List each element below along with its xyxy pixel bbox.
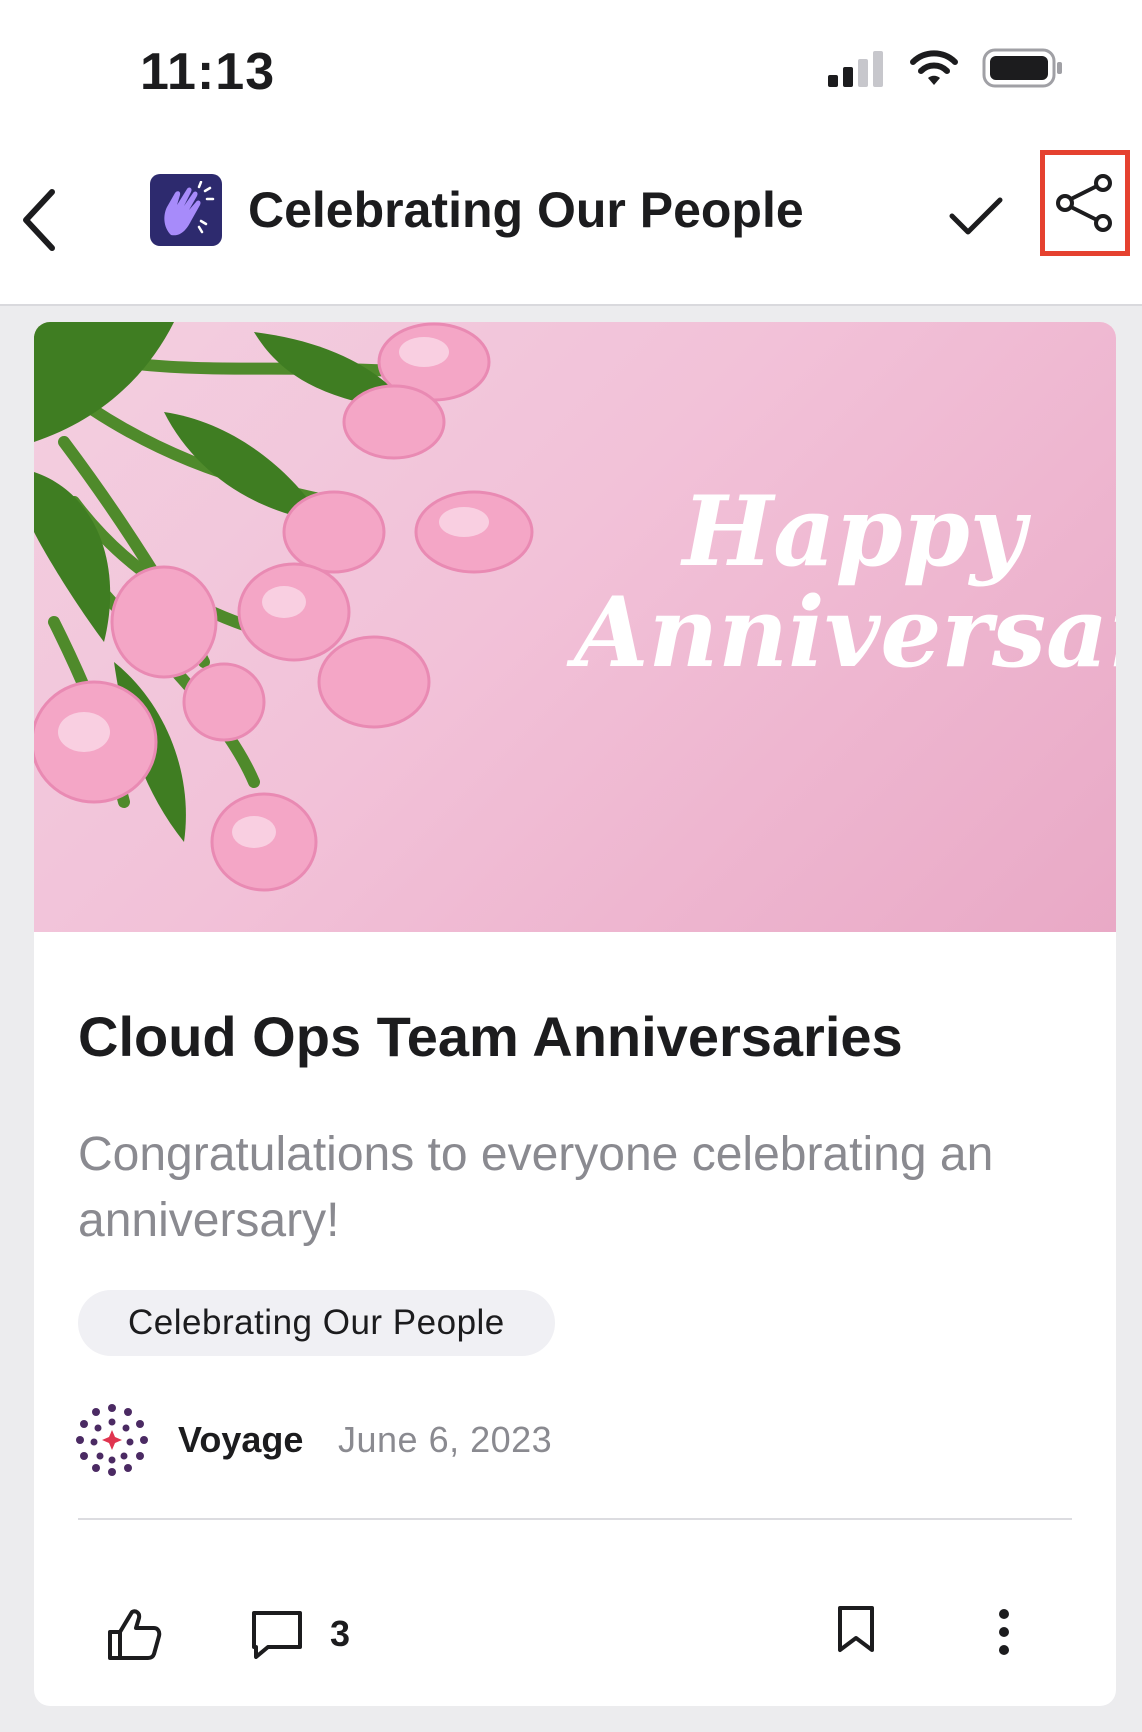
comment-button[interactable]: 3: [250, 1606, 350, 1662]
wifi-icon: [910, 50, 958, 85]
clapping-hands-icon: [164, 181, 215, 236]
more-vertical-icon: [999, 1609, 1009, 1655]
divider: [78, 1518, 1072, 1520]
back-button[interactable]: [8, 180, 68, 260]
cellular-signal-icon: [828, 51, 883, 87]
bookmark-icon: [838, 1606, 874, 1652]
post-summary: Congratulations to everyone celebrating …: [78, 1128, 994, 1247]
hero-caption-line1: Happy: [682, 475, 1026, 588]
share-icon: [1056, 174, 1112, 232]
chevron-left-icon: [23, 189, 55, 251]
status-time: 11:13: [140, 43, 276, 101]
hero-image: Happy Anniversary: [34, 322, 1116, 932]
author-name[interactable]: Voyage: [178, 1418, 303, 1462]
nav-bar: Celebrating Our People: [0, 140, 1142, 306]
comment-count: 3: [330, 1613, 351, 1654]
hero-caption: Happy Anniversary: [574, 475, 1116, 684]
status-bar: 11:13: [0, 0, 1142, 140]
category-tag[interactable]: Celebrating Our People: [78, 1290, 555, 1356]
channel-avatar: [150, 174, 222, 246]
action-bar: 3: [34, 1582, 1116, 1682]
page-title: Celebrating Our People: [248, 182, 804, 238]
post-date: June 6, 2023: [338, 1419, 553, 1460]
hero-caption-line2: Anniversary: [574, 575, 1116, 689]
status-icons: [828, 48, 1064, 88]
comment-icon: [252, 1611, 302, 1659]
voyage-logo: [76, 1404, 148, 1476]
mark-read-button[interactable]: [944, 184, 1008, 248]
thumbs-up-icon: [108, 1609, 162, 1660]
post-title[interactable]: Cloud Ops Team Anniversaries: [78, 1002, 1078, 1072]
bookmark-button[interactable]: [836, 1604, 884, 1660]
share-button[interactable]: [1040, 150, 1130, 256]
checkmark-icon: [949, 197, 1003, 235]
battery-icon: [982, 48, 1062, 88]
like-button[interactable]: [106, 1606, 162, 1662]
more-options-button[interactable]: [990, 1604, 1018, 1660]
post-card[interactable]: Happy Anniversary Cloud Ops Team Anniver…: [34, 322, 1116, 1706]
